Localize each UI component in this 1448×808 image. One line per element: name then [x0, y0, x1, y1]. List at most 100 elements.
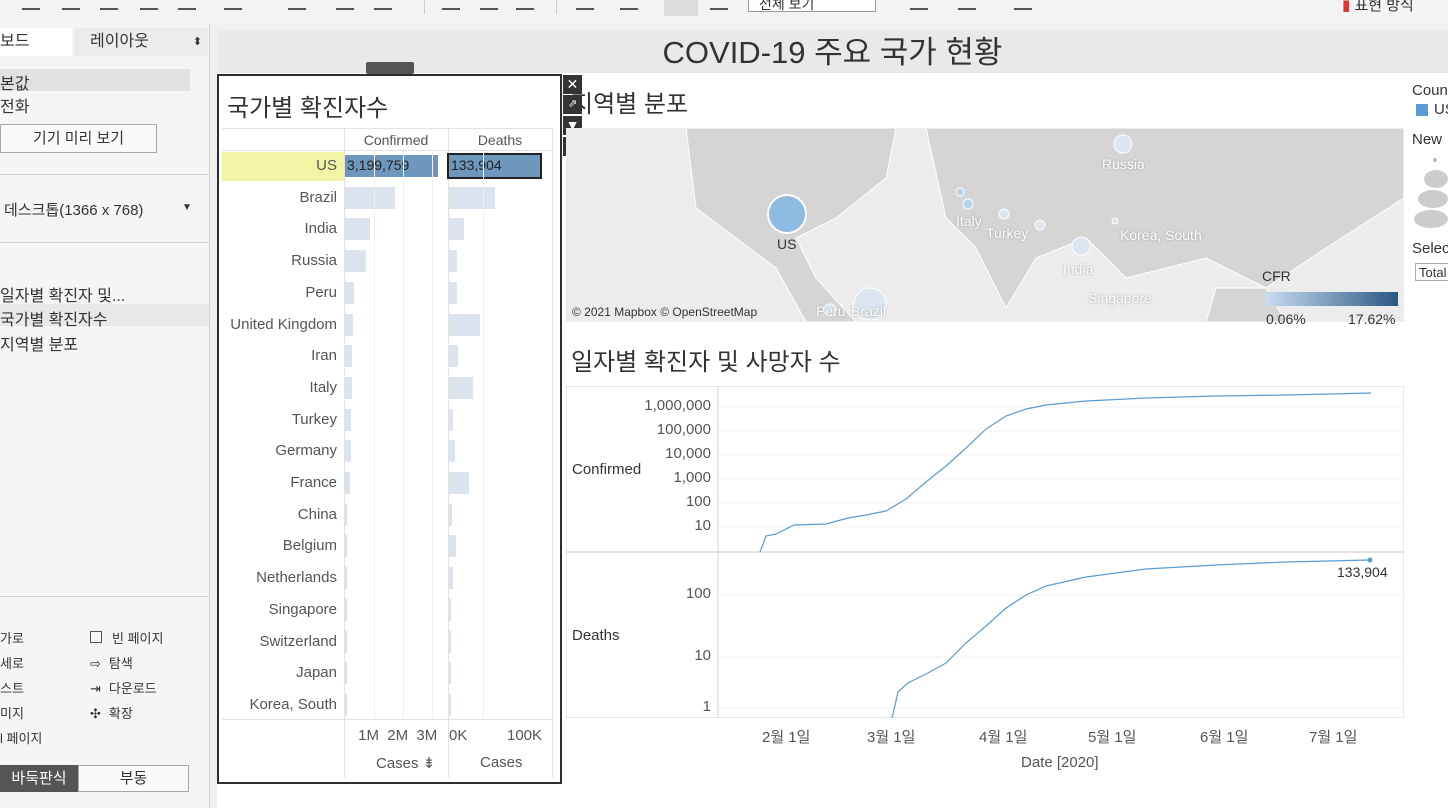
deaths-bar[interactable] — [449, 186, 496, 209]
tiled-button[interactable]: 바둑판식 — [0, 765, 78, 792]
country-label[interactable]: Iran — [219, 347, 337, 364]
tab-dashboard[interactable]: 보드 — [0, 28, 72, 56]
add-datasource-icon[interactable] — [140, 0, 158, 10]
confirmed-bar[interactable] — [345, 630, 347, 653]
duplicate-icon[interactable] — [336, 0, 354, 10]
deaths-bar[interactable] — [449, 693, 451, 716]
object-navigation[interactable]: ⇨ 탐색 — [90, 653, 133, 672]
europe-bubble[interactable] — [962, 198, 974, 210]
sort-asc-icon[interactable] — [480, 0, 498, 10]
highlight-icon[interactable] — [576, 0, 594, 10]
deaths-bar[interactable] — [449, 535, 456, 558]
confirmed-bar[interactable] — [345, 535, 347, 558]
sheet-item-daily[interactable]: 일자별 확진자 및... — [0, 282, 125, 306]
bar-chart-icon[interactable] — [910, 0, 928, 10]
share-icon[interactable] — [1014, 0, 1032, 10]
confirmed-bar[interactable] — [345, 376, 353, 399]
confirmed-axis-title[interactable]: Cases ⇟ — [376, 754, 435, 772]
new-sheet-icon[interactable] — [288, 0, 306, 10]
deaths-bar[interactable] — [449, 440, 456, 463]
select-parameter-dropdown[interactable]: Total — [1415, 263, 1448, 281]
forward-icon[interactable] — [62, 0, 80, 10]
sheet-item-region[interactable]: 지역별 분포 — [0, 331, 78, 355]
confirmed-bar[interactable] — [345, 313, 354, 336]
country-label[interactable]: Brazil — [219, 189, 337, 206]
deaths-bar[interactable] — [449, 567, 454, 590]
confirmed-bar[interactable] — [345, 472, 350, 494]
country-label[interactable]: Peru — [219, 284, 337, 301]
deaths-bar[interactable] — [449, 408, 453, 431]
deaths-axis-title[interactable]: Cases — [480, 754, 523, 771]
save-icon[interactable] — [100, 0, 118, 10]
country-label[interactable]: Switzerland — [219, 633, 337, 650]
labels-icon[interactable] — [664, 0, 698, 16]
sort-icon[interactable]: ⇟ — [423, 755, 436, 772]
size-select[interactable]: 데스크톱(1366 x 768) — [4, 199, 143, 220]
object-text[interactable]: 스트 — [0, 678, 24, 697]
drag-handle[interactable] — [366, 62, 414, 74]
russia-bubble[interactable] — [1113, 134, 1133, 154]
pen-icon[interactable] — [620, 0, 638, 10]
deaths-column-header[interactable]: Deaths — [448, 132, 552, 148]
object-vertical[interactable]: 세로 — [0, 653, 24, 672]
floating-button[interactable]: 부동 — [78, 765, 189, 792]
device-item-phone[interactable]: 전화 — [0, 93, 29, 117]
country-label[interactable]: Russia — [219, 252, 337, 269]
sheet-item-country[interactable]: 국가별 확진자수 — [0, 306, 108, 330]
deaths-end-point[interactable] — [1367, 557, 1373, 563]
clear-sheet-icon[interactable] — [374, 0, 392, 10]
deaths-bar[interactable] — [449, 218, 465, 241]
country-label[interactable]: France — [219, 474, 337, 491]
pause-icon[interactable] — [178, 0, 196, 10]
swap-icon[interactable] — [442, 0, 460, 10]
object-image[interactable]: 미지 — [0, 703, 24, 722]
deaths-bar[interactable] — [449, 472, 470, 494]
line-chart[interactable]: Confirmed Deaths 1,000,000 100,000 10,000 1… — [565, 385, 1405, 719]
country-label[interactable]: India — [219, 220, 337, 237]
deaths-bar[interactable] — [449, 345, 458, 368]
us-bubble[interactable] — [767, 194, 807, 234]
sort-desc-icon[interactable] — [516, 0, 534, 10]
confirmed-bar[interactable] — [345, 345, 353, 368]
deaths-bar[interactable] — [449, 313, 480, 336]
back-icon[interactable] — [22, 0, 40, 10]
country-label[interactable]: Belgium — [219, 537, 337, 554]
deaths-bar[interactable] — [449, 598, 451, 621]
device-item-default[interactable]: 본값 — [0, 70, 29, 94]
object-horizontal[interactable]: 가로 — [0, 628, 24, 647]
country-sheet[interactable]: 국가별 확진자수 Confirmed Deaths US 3,199,759 133… — [217, 74, 562, 784]
object-webpage[interactable]: l 페이지 — [0, 728, 42, 747]
korea-bubble[interactable] — [1111, 217, 1119, 225]
confirmed-bar[interactable] — [345, 250, 366, 273]
map-credit[interactable]: © 2021 Mapbox © OpenStreetMap — [572, 305, 757, 319]
country-legend-item[interactable]: US — [1434, 101, 1448, 118]
iran-bubble[interactable] — [1034, 219, 1046, 231]
confirmed-bar[interactable] — [345, 503, 348, 526]
confirmed-bar[interactable] — [345, 408, 352, 431]
chevron-down-icon[interactable]: ▼ — [182, 202, 192, 213]
object-extension[interactable]: ✣ 확장 — [90, 703, 133, 722]
confirmed-bar[interactable] — [345, 598, 347, 621]
view-select[interactable]: 전체 보기 — [748, 0, 876, 12]
confirmed-bar[interactable] — [345, 693, 347, 716]
country-label[interactable]: Korea, South — [219, 696, 337, 713]
deaths-bar[interactable] — [449, 281, 457, 304]
country-label[interactable]: Japan — [219, 664, 337, 681]
object-blank[interactable]: 빈 페이지 — [90, 628, 163, 647]
confirmed-column-header[interactable]: Confirmed — [344, 132, 448, 148]
europe-bubble[interactable] — [955, 187, 965, 197]
deaths-bar[interactable] — [449, 503, 453, 526]
country-label[interactable]: China — [219, 506, 337, 523]
confirmed-bar[interactable] — [345, 218, 370, 241]
deaths-bar[interactable] — [449, 376, 473, 399]
refresh-icon[interactable] — [224, 0, 242, 10]
country-label[interactable]: Singapore — [219, 601, 337, 618]
country-label[interactable]: Italy — [219, 379, 337, 396]
india-bubble[interactable] — [1071, 236, 1091, 256]
turkey-bubble[interactable] — [998, 208, 1010, 220]
deaths-bar[interactable] — [449, 662, 451, 685]
device-preview-button[interactable]: 기기 미리 보기 — [0, 124, 157, 153]
tab-layout[interactable]: 레이아웃 ⬍ — [74, 28, 208, 56]
country-label[interactable]: US — [219, 157, 337, 174]
deaths-bar[interactable] — [449, 250, 457, 273]
